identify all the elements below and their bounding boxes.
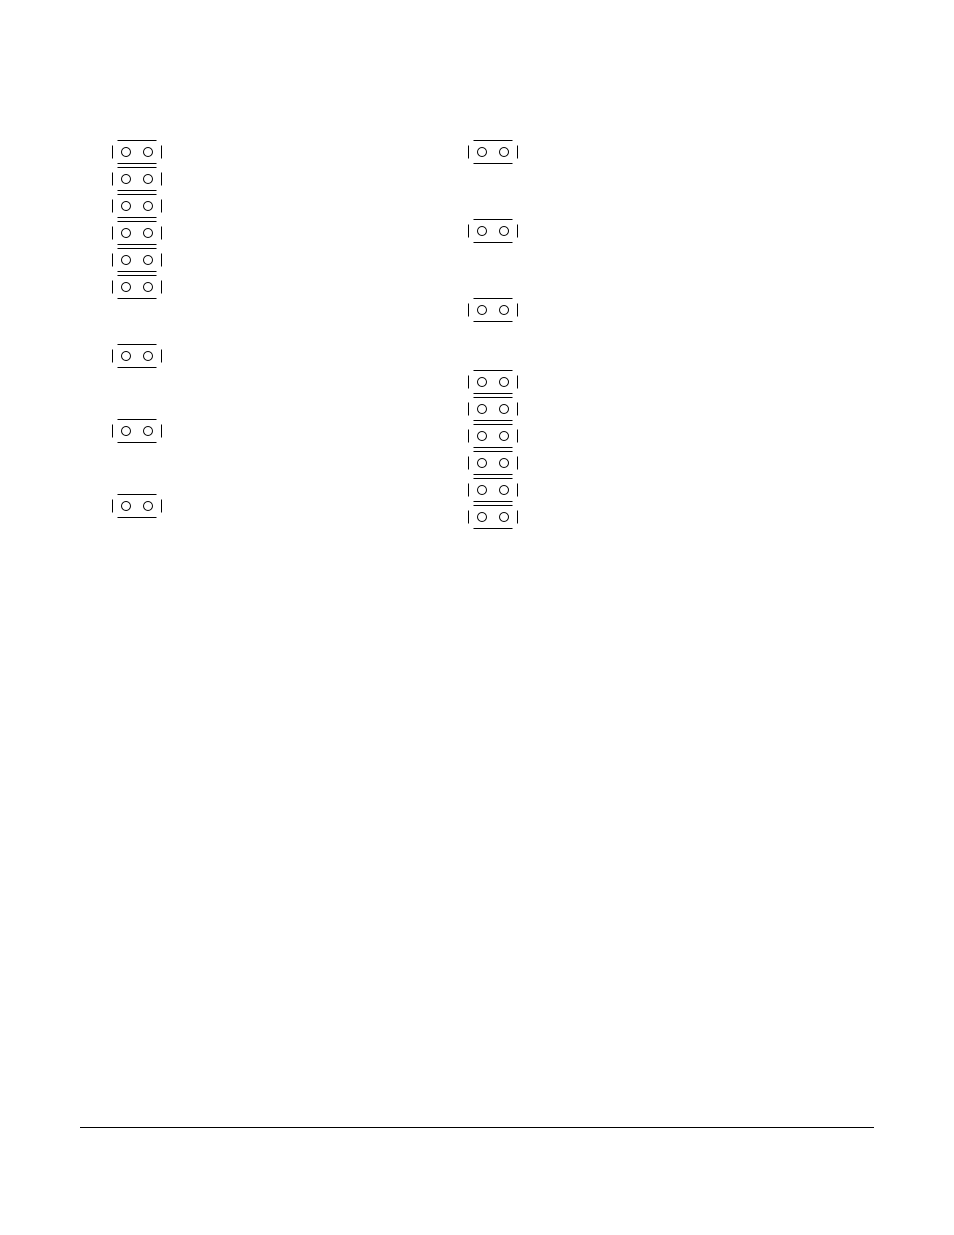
jumper-icon <box>112 275 162 299</box>
jumper-icon <box>112 344 162 368</box>
footer-rule <box>80 1127 874 1128</box>
jumper-icon <box>468 451 518 475</box>
jumper-icon <box>112 221 162 245</box>
jumper-icon <box>112 167 162 191</box>
jumper-icon <box>112 194 162 218</box>
jumper-icon <box>112 419 162 443</box>
jumper-icon <box>468 478 518 502</box>
jumper-icon <box>468 219 518 243</box>
jumper-icon <box>112 140 162 164</box>
jumper-icon <box>468 370 518 394</box>
jumper-icon <box>468 424 518 448</box>
jumper-icon <box>468 505 518 529</box>
jumper-icon <box>468 397 518 421</box>
jumper-icon <box>468 140 518 164</box>
jumper-icon <box>112 248 162 272</box>
jumper-icon <box>468 298 518 322</box>
jumper-icon <box>112 494 162 518</box>
